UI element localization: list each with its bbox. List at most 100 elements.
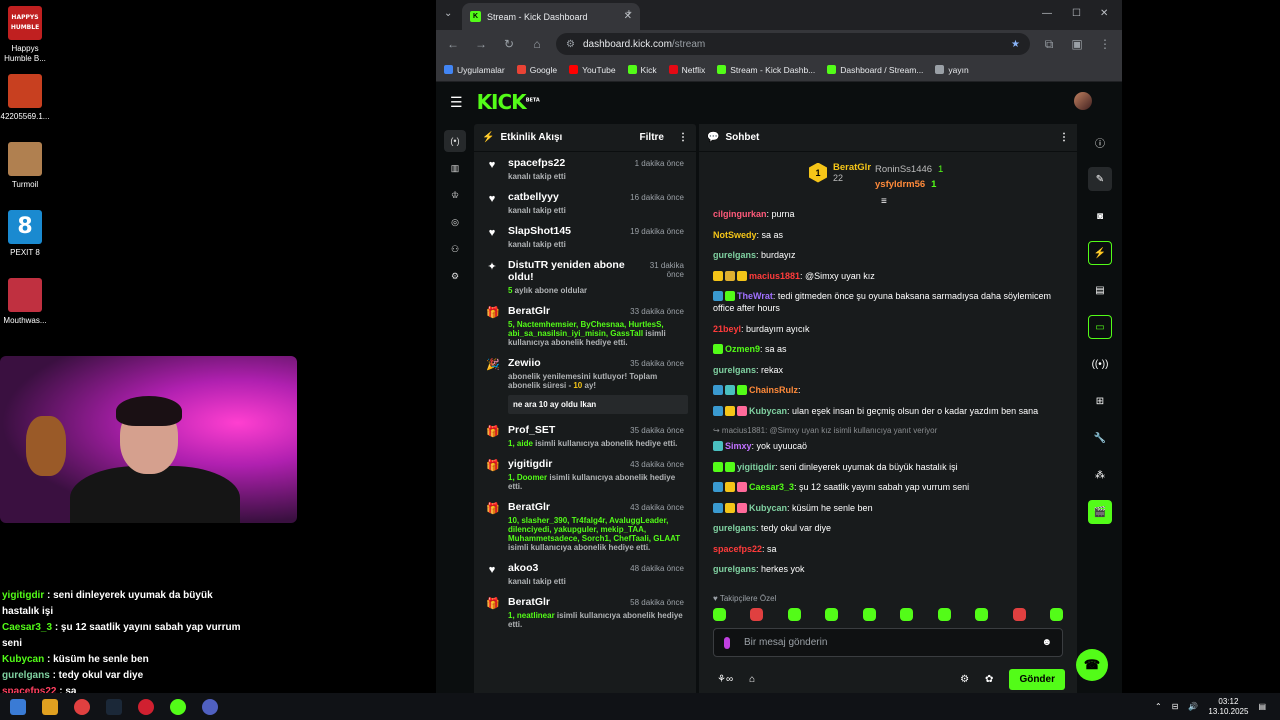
bookmark-star-icon[interactable]: ★: [1011, 39, 1020, 50]
bookmark-item[interactable]: Uygulamalar: [444, 65, 505, 75]
share-icon[interactable]: ⁂: [1088, 463, 1112, 487]
hamburger-menu-icon[interactable]: ☰: [450, 94, 463, 111]
lightning-toggle-icon[interactable]: ⚡: [1088, 241, 1112, 265]
chat-more-icon[interactable]: ⋮: [1059, 132, 1069, 143]
camera-icon[interactable]: ◎: [444, 211, 466, 233]
store-icon[interactable]: ⌂: [749, 674, 755, 685]
emote-icon[interactable]: [975, 608, 989, 621]
extensions-icon[interactable]: ⧉: [1040, 37, 1058, 52]
chat-message[interactable]: Ozmen9: sa as: [713, 343, 1063, 355]
expand-leaders-icon[interactable]: ≡: [881, 196, 887, 207]
clock[interactable]: 03:12 13.10.2025: [1208, 697, 1248, 717]
desktop-icon[interactable]: Turmoil: [0, 142, 50, 190]
start-icon[interactable]: [10, 698, 26, 715]
screen-icon[interactable]: ◙: [1088, 204, 1112, 228]
chat-message[interactable]: TheWrat: tedi gitmeden önce şu oyuna bak…: [713, 290, 1063, 314]
tray-overflow-icon[interactable]: ⌃: [1155, 702, 1162, 711]
reply-context[interactable]: ↪ macius1881: @Simxy uyan kız isimli kul…: [713, 425, 1063, 437]
chat-message[interactable]: cilgingurkan: purna: [713, 208, 1063, 220]
wrench-icon[interactable]: 🔧: [1088, 426, 1112, 450]
chat-username[interactable]: Simxy: [725, 441, 752, 451]
chat-message[interactable]: Kubycan: ulan eşek insan bi geçmiş olsun…: [713, 405, 1063, 417]
bookmark-item[interactable]: Kick: [627, 65, 657, 75]
activity-event[interactable]: 🎁 BeratGlr 33 dakika önce 5, Nactemhemsier,…: [474, 300, 696, 352]
bookmark-item[interactable]: Google: [516, 65, 557, 75]
activity-event[interactable]: ♥ catbellyyy 16 dakika önce kanalı takip et…: [474, 186, 696, 220]
network-icon[interactable]: ⊟: [1172, 702, 1179, 711]
emoji-icon[interactable]: ☻: [1041, 637, 1052, 648]
back-icon[interactable]: ←: [444, 37, 462, 51]
menu-icon[interactable]: ⋮: [1096, 37, 1114, 51]
notes-icon[interactable]: ▤: [1088, 278, 1112, 302]
chat-username[interactable]: cilgingurkan: [713, 209, 767, 219]
site-info-icon[interactable]: ⚙: [566, 39, 575, 50]
kick-logo[interactable]: KICKBETA: [477, 90, 540, 114]
chat-message[interactable]: yigitigdir: seni dinleyerek uyumak da bü…: [713, 461, 1063, 473]
kick-app-icon[interactable]: [170, 698, 186, 715]
desktop-icon[interactable]: 8 PEXIT 8: [0, 210, 50, 258]
chat-message[interactable]: gurelgans: burdayız: [713, 249, 1063, 261]
chat-username[interactable]: Kubycan: [749, 503, 787, 513]
discord-icon[interactable]: [202, 698, 218, 715]
game-icon[interactable]: ✿: [985, 674, 993, 685]
window-close-icon[interactable]: ✕: [1100, 8, 1108, 19]
chat-message[interactable]: 21beyl: burdayım ayıcık: [713, 323, 1063, 335]
desktop-icon[interactable]: 42205569.1...: [0, 74, 50, 122]
chat-toggle-icon[interactable]: ▭: [1088, 315, 1112, 339]
emote-icon[interactable]: [713, 608, 726, 621]
chat-message[interactable]: gurelgans: tedy okul var diye: [713, 522, 1063, 534]
profile-icon[interactable]: ▣: [1068, 37, 1086, 51]
volume-icon[interactable]: 🔊: [1188, 702, 1198, 711]
activity-event[interactable]: ♥ spacefps22 1 dakika önce kanalı takip ett…: [474, 152, 696, 186]
edit-icon[interactable]: ✎: [1088, 167, 1112, 191]
emote-icon[interactable]: [825, 608, 839, 621]
chat-username[interactable]: gurelgans: [713, 523, 756, 533]
chat-username[interactable]: macius1881: [749, 271, 800, 281]
desktop-icon[interactable]: Mouthwas...: [0, 278, 50, 326]
info-icon[interactable]: ⓘ: [1088, 130, 1112, 154]
chat-username[interactable]: gurelgans: [713, 250, 756, 260]
chat-username[interactable]: ChainsRulz: [749, 385, 798, 395]
bookmark-item[interactable]: YouTube: [569, 65, 616, 75]
chat-message[interactable]: Kubycan: küsüm he senle ben: [713, 502, 1063, 514]
chat-message[interactable]: Caesar3_3: şu 12 saatlik yayını sabah ya…: [713, 481, 1063, 493]
activity-event[interactable]: 🎁 Prof_SET 35 dakika önce 1, aide isimli ku…: [474, 419, 696, 453]
tab-search-icon[interactable]: ⌄: [444, 8, 452, 19]
bookmark-item[interactable]: Netflix: [668, 65, 705, 75]
chat-username[interactable]: Kubycan: [749, 406, 787, 416]
chat-message[interactable]: macius1881: @Simxy uyan kız: [713, 270, 1063, 282]
reload-icon[interactable]: ↻: [500, 37, 518, 51]
bookmark-item[interactable]: Dashboard / Stream...: [827, 65, 923, 75]
chat-username[interactable]: gurelgans: [713, 365, 756, 375]
chat-username[interactable]: Ozmen9: [725, 344, 760, 354]
users-icon[interactable]: ⚇: [444, 238, 466, 260]
chat-message[interactable]: gurelgans: rekax: [713, 364, 1063, 376]
chrome-icon[interactable]: [74, 698, 90, 715]
activity-more-icon[interactable]: ⋮: [678, 132, 688, 143]
notification-icon[interactable]: ▤: [1258, 702, 1266, 711]
activity-event[interactable]: 🎁 yigitigdir 43 dakika önce 1, Doomer isiml…: [474, 453, 696, 496]
home-icon[interactable]: ⌂: [528, 37, 546, 51]
leader-name[interactable]: BeratGlr: [833, 162, 871, 173]
chat-username[interactable]: NotSwedy: [713, 230, 757, 240]
activity-event[interactable]: ♥ akoo3 48 dakika önce kanalı takip etti: [474, 557, 696, 591]
forward-icon[interactable]: →: [472, 37, 490, 51]
analytics-icon[interactable]: ▥: [444, 157, 466, 179]
activity-event[interactable]: 🎁 BeratGlr 58 dakika önce 1, neatlinear isi…: [474, 591, 696, 634]
chat-message[interactable]: NotSwedy: sa as: [713, 229, 1063, 241]
chat-settings-icon[interactable]: ⚙: [960, 674, 969, 685]
desktop-icon[interactable]: HAPPYS HUMBLE Happys Humble B...: [0, 6, 50, 64]
chat-username[interactable]: Caesar3_3: [749, 482, 794, 492]
user-avatar[interactable]: [1074, 92, 1092, 110]
chat-username[interactable]: yigitigdir: [737, 462, 775, 472]
chat-message[interactable]: Simxy: yok uyuucaö: [713, 440, 1063, 452]
activity-event[interactable]: ✦ DistuTR yeniden abone oldu! 31 dakika ön…: [474, 254, 696, 300]
chat-username[interactable]: TheWrat: [737, 291, 773, 301]
settings-icon[interactable]: ⚙: [444, 265, 466, 287]
emote-icon[interactable]: [937, 608, 951, 621]
new-tab-icon[interactable]: +: [626, 8, 632, 19]
emote-icon[interactable]: [787, 608, 801, 621]
leader-third[interactable]: ysfyldrm56 1: [875, 177, 943, 192]
broadcast-icon[interactable]: (•): [444, 130, 466, 152]
support-fab-button[interactable]: ☎: [1076, 649, 1108, 681]
